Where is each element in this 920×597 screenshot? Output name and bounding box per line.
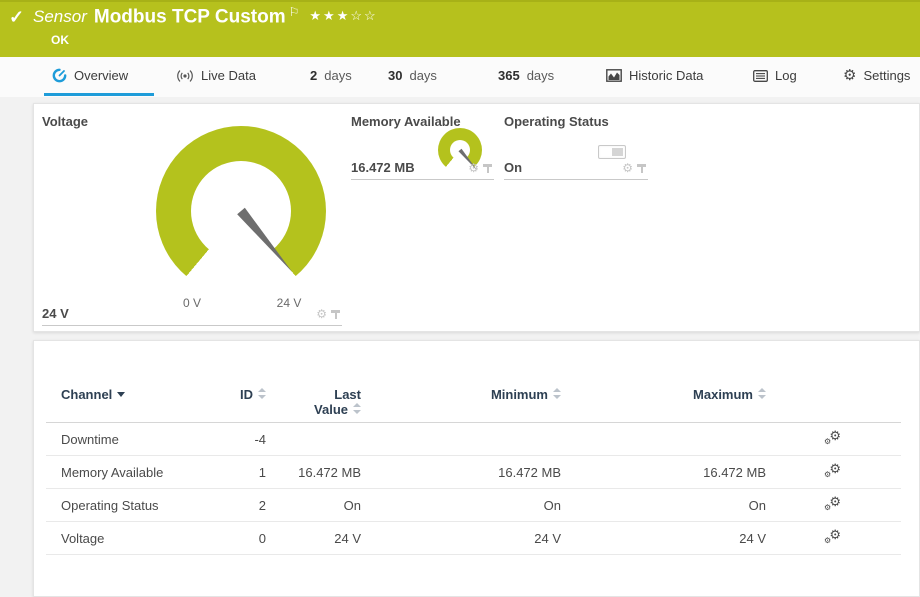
tab-live-data[interactable]: Live Data <box>176 57 256 94</box>
channel-minimum: 16.472 MB <box>361 465 561 480</box>
tab-number: 365 <box>498 68 520 83</box>
tab-log[interactable]: Log <box>753 57 797 94</box>
sensor-overview-page: ✓ Sensor Modbus TCP Custom⚐ ★★★☆☆ OK Overv… <box>0 0 920 597</box>
channel-name: Memory Available <box>46 465 216 480</box>
tab-label: Log <box>775 68 797 83</box>
channel-maximum: 24 V <box>561 531 766 546</box>
channel-maximum: On <box>561 498 766 513</box>
flag-icon: ⚐ <box>289 5 300 19</box>
status-badge: OK <box>51 33 69 47</box>
gauge-title: Voltage <box>42 114 88 129</box>
area-chart-icon <box>606 69 622 82</box>
gear-icon: ⚙ <box>843 68 856 83</box>
tab-label: Settings <box>863 68 910 83</box>
channel-minimum: On <box>361 498 561 513</box>
gauge-cell-operating-status: Operating Status On ⚙ <box>504 114 648 180</box>
sort-icon <box>758 388 766 399</box>
column-header-id[interactable]: ID <box>216 387 266 402</box>
tab-label: Live Data <box>201 68 256 83</box>
gauge-title: Memory Available <box>351 114 461 129</box>
check-icon: ✓ <box>9 7 24 28</box>
tab-unit: days <box>324 68 351 83</box>
tab-unit: days <box>527 68 554 83</box>
channel-minimum: 24 V <box>361 531 561 546</box>
tab-bar: Overview Live Data 2 days 30 days <box>0 57 920 97</box>
toggle-switch-indicator <box>598 145 626 159</box>
sensor-kind-label: Sensor <box>33 7 87 26</box>
gauge-title: Operating Status <box>504 114 609 129</box>
toggle-knob <box>612 148 623 156</box>
channel-maximum: 16.472 MB <box>561 465 766 480</box>
tab-historic-data[interactable]: Historic Data <box>606 57 703 94</box>
gauge-scale-min: 0 V <box>170 296 214 310</box>
active-tab-underline <box>44 93 154 96</box>
pin-icon[interactable] <box>331 309 340 320</box>
pin-icon[interactable] <box>483 163 492 174</box>
tab-unit: days <box>409 68 436 83</box>
table-row: Operating Status 2 On On On ⚙⚙ <box>46 489 901 522</box>
channel-id: -4 <box>216 432 266 447</box>
gauge-cell-memory: Memory Available 16.472 MB ⚙ <box>351 114 494 180</box>
tab-2-days[interactable]: 2 days <box>310 57 352 94</box>
sort-icon <box>553 388 561 399</box>
tab-365-days[interactable]: 365 days <box>498 57 554 94</box>
gauge-icon <box>52 68 67 83</box>
gauge-cell-voltage: Voltage 0 V 24 V 24 V ⚙ <box>42 114 342 326</box>
table-row: Voltage 0 24 V 24 V 24 V ⚙⚙ <box>46 522 901 555</box>
sort-icon <box>353 403 361 414</box>
gear-icon[interactable]: ⚙ <box>316 308 327 320</box>
table-row: Downtime -4 ⚙⚙ <box>46 423 901 456</box>
channel-settings-gears-icon[interactable]: ⚙⚙ <box>824 496 841 511</box>
channels-panel: Channel ID Last Value Minimum Maximum Do… <box>33 340 920 597</box>
tab-label: Overview <box>74 68 128 83</box>
column-header-maximum[interactable]: Maximum <box>561 387 766 402</box>
channel-id: 0 <box>216 531 266 546</box>
sort-icon <box>258 388 266 399</box>
tab-label: Historic Data <box>629 68 703 83</box>
channel-last-value: 24 V <box>266 531 361 546</box>
tab-settings[interactable]: ⚙ Settings <box>843 57 910 94</box>
table-header-row: Channel ID Last Value Minimum Maximum <box>46 341 901 423</box>
channel-settings-gears-icon[interactable]: ⚙⚙ <box>824 430 841 445</box>
tab-number: 30 <box>388 68 402 83</box>
column-header-channel[interactable]: Channel <box>46 387 216 402</box>
live-signal-icon <box>176 69 194 83</box>
tab-overview[interactable]: Overview <box>52 57 128 94</box>
channel-name: Operating Status <box>46 498 216 513</box>
voltage-gauge <box>156 126 326 296</box>
tab-30-days[interactable]: 30 days <box>388 57 437 94</box>
gauge-actions: ⚙ <box>468 162 492 174</box>
gauge-value: 24 V <box>42 306 69 321</box>
channel-name: Voltage <box>46 531 216 546</box>
pin-icon[interactable] <box>637 163 646 174</box>
sensor-name: Modbus TCP Custom <box>94 6 286 27</box>
column-header-last-value[interactable]: Last Value <box>266 387 361 417</box>
channel-settings-gears-icon[interactable]: ⚙⚙ <box>824 529 841 544</box>
sensor-status-header: ✓ Sensor Modbus TCP Custom⚐ ★★★☆☆ OK <box>0 0 920 57</box>
sensor-title-line: Sensor Modbus TCP Custom⚐ ★★★☆☆ <box>33 5 378 28</box>
table-row: Memory Available 1 16.472 MB 16.472 MB 1… <box>46 456 901 489</box>
channel-settings-gears-icon[interactable]: ⚙⚙ <box>824 463 841 478</box>
column-header-minimum[interactable]: Minimum <box>361 387 561 402</box>
channel-table: Channel ID Last Value Minimum Maximum Do… <box>46 341 901 555</box>
channel-name: Downtime <box>46 432 216 447</box>
channel-id: 2 <box>216 498 266 513</box>
gear-icon[interactable]: ⚙ <box>468 162 479 174</box>
gauge-value: 16.472 MB <box>351 160 415 175</box>
gauge-actions: ⚙ <box>622 162 646 174</box>
channel-last-value: On <box>266 498 361 513</box>
gauge-scale-max: 24 V <box>267 296 311 310</box>
tab-number: 2 <box>310 68 317 83</box>
gauges-panel: Voltage 0 V 24 V 24 V ⚙ Memory Available… <box>33 103 920 332</box>
log-icon <box>753 70 768 82</box>
sort-descending-icon <box>117 392 125 397</box>
gauge-actions: ⚙ <box>316 308 340 320</box>
gear-icon[interactable]: ⚙ <box>622 162 633 174</box>
priority-stars[interactable]: ★★★☆☆ <box>309 8 377 23</box>
gauge-value: On <box>504 160 522 175</box>
channel-id: 1 <box>216 465 266 480</box>
channel-last-value: 16.472 MB <box>266 465 361 480</box>
